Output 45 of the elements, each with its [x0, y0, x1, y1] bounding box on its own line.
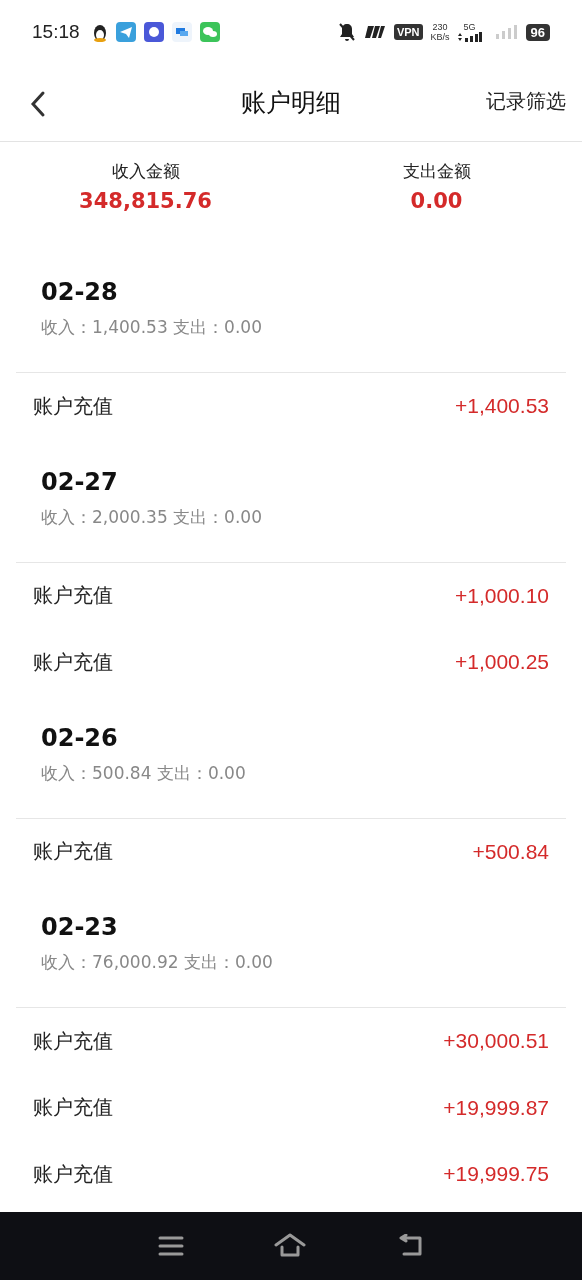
status-time: 15:18 — [32, 21, 80, 43]
date-heading: 02-23 — [41, 913, 119, 941]
transaction-name: 账户充值 — [33, 1094, 113, 1122]
signal-icon — [495, 25, 518, 39]
transaction-amount: +30,000.51 — [443, 1029, 549, 1054]
date-heading: 02-27 — [41, 467, 119, 496]
transaction-name: 账户充值 — [33, 582, 113, 610]
transaction-amount: +19,999.75 — [443, 1162, 549, 1187]
vpn-badge: VPN — [393, 24, 423, 40]
stripes-icon — [363, 25, 386, 39]
day-totals: 收入：500.84 支出：0.00 — [41, 761, 247, 785]
summary-label: 收入金额 — [111, 160, 180, 183]
battery-level: 96 — [525, 23, 550, 41]
page-title: 账户明细 — [241, 87, 341, 119]
filter-records-button[interactable]: 记录筛选 — [486, 88, 566, 115]
menu-icon[interactable] — [158, 1235, 184, 1257]
day-totals: 收入：2,000.35 支出：0.00 — [41, 505, 263, 529]
transaction-amount: +1,000.25 — [455, 650, 549, 675]
network-speed-unit: KB/s — [430, 32, 450, 42]
network-speed: 230 — [432, 22, 448, 32]
transaction-amount: +1,000.10 — [455, 583, 549, 608]
network-type: 5G — [463, 22, 476, 32]
summary-label: 支出金额 — [402, 160, 471, 183]
day-totals: 收入：1,400.53 支出：0.00 — [41, 316, 263, 339]
transaction-amount: +1,400.53 — [455, 394, 549, 419]
chat-bubbles-icon — [199, 22, 220, 42]
transaction-name: 账户充值 — [33, 838, 113, 866]
transaction-name: 账户充值 — [33, 648, 113, 676]
day-totals: 收入：76,000.92 支出：0.00 — [41, 951, 274, 974]
transaction-amount: +500.84 — [472, 839, 549, 864]
date-heading: 02-26 — [41, 723, 119, 752]
paper-plane-icon — [115, 22, 136, 42]
summary-amount: 348,815.76 — [79, 189, 212, 213]
home-icon[interactable] — [274, 1233, 306, 1259]
muted-bell-icon — [337, 22, 356, 42]
signal-icon — [457, 32, 482, 42]
summary-amount: 0.00 — [410, 189, 463, 213]
transaction-name: 账户充值 — [33, 392, 113, 420]
transaction-name: 账户充值 — [33, 1160, 113, 1188]
chat-app-icon — [143, 22, 164, 42]
date-heading: 02-28 — [41, 278, 119, 306]
transaction-amount: +19,999.87 — [443, 1095, 549, 1120]
message-app-icon — [171, 22, 192, 42]
penguin-icon — [91, 22, 108, 42]
transaction-name: 账户充值 — [33, 1027, 113, 1055]
